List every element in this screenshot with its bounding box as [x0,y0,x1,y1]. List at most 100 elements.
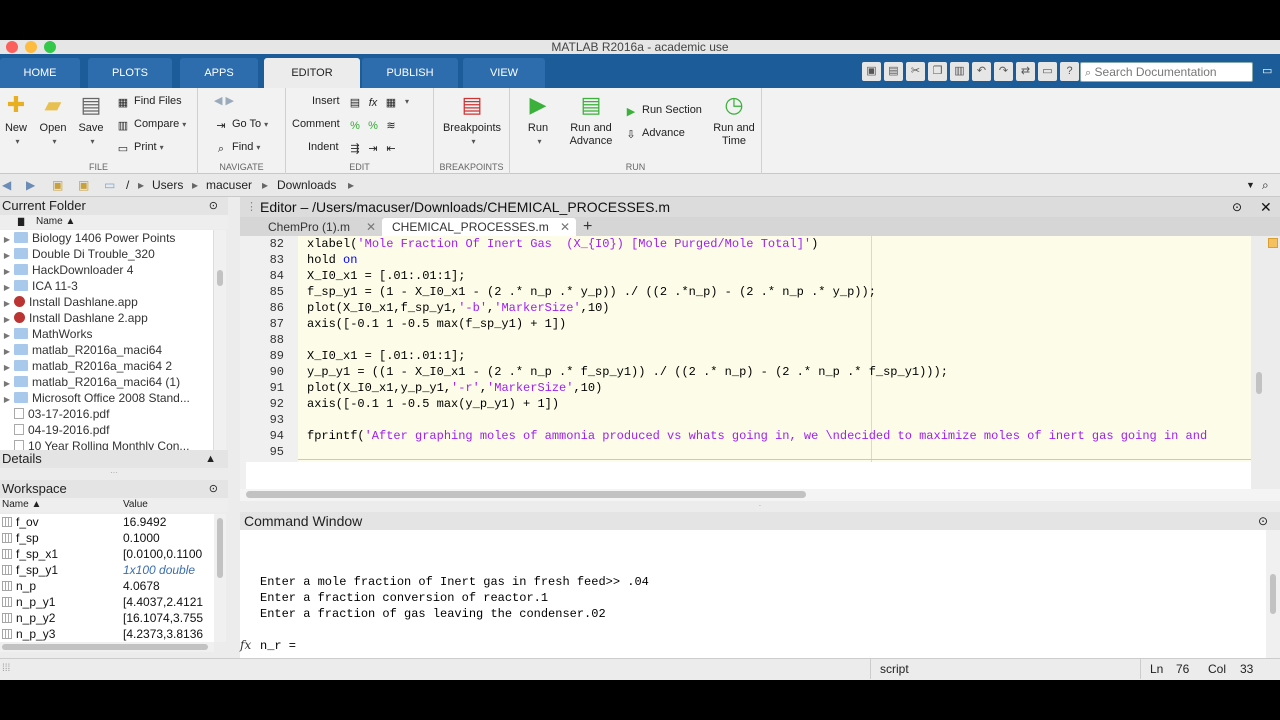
paste-icon[interactable]: ▥ [950,62,969,81]
fx-icon[interactable]: fx [366,96,380,110]
line-number[interactable]: 87 [270,317,284,331]
line-number[interactable]: 91 [270,381,284,395]
folder-item[interactable]: ▶ Biology 1406 Power Points [0,230,213,246]
folder-item[interactable]: ▶ Double Di Trouble_320 [0,246,213,262]
folder-item[interactable]: ▶ HackDownloader 4 [0,262,213,278]
line-number[interactable]: 88 [270,333,284,347]
tab-chemical-processes[interactable]: CHEMICAL_PROCESSES.m ✕ [382,218,576,236]
panel-menu-icon[interactable]: ⊙ [209,197,218,215]
copy-icon[interactable]: ❐ [928,62,947,81]
tab-plots[interactable]: PLOTS [88,58,172,88]
comment-icon[interactable]: % [348,119,362,133]
smart-indent-icon[interactable]: ⇶ [348,142,362,156]
minimize-toolstrip-icon[interactable]: ▭ [1262,64,1274,80]
command-scrollbar[interactable] [1266,530,1280,658]
save-icon[interactable]: ▤ [884,62,903,81]
workspace-row[interactable]: f_sp_y1 1x100 double [0,562,214,578]
tab-home[interactable]: HOME [0,58,80,88]
zoom-window-button[interactable] [44,41,56,53]
panel-menu-icon[interactable]: ⊙ [209,480,218,498]
help-icon[interactable]: ? [1060,62,1079,81]
code-line[interactable]: plot(X_I0_x1,f_sp_y1,'-b','MarkerSize',1… [307,301,609,315]
workspace-row[interactable]: n_p 4.0678 [0,578,214,594]
close-editor-icon[interactable]: ✕ [1260,197,1272,217]
browse-folder-icon[interactable]: ▣ [78,174,89,197]
line-number[interactable]: 84 [270,269,284,283]
workspace-hscrollbar[interactable] [0,642,214,652]
editor-vscrollbar[interactable] [1251,236,1280,492]
line-number[interactable]: 82 [270,237,284,251]
path-downloads[interactable]: Downloads [277,174,336,197]
new-button[interactable]: ✚ New ▾ [2,92,30,148]
code-line[interactable]: fprintf('After graphing moles of ammonia… [307,429,1207,443]
new-tab-button[interactable]: + [576,218,602,236]
panel-menu-icon[interactable]: ⊙ [1258,512,1268,530]
code-line[interactable]: f_sp_y1 = (1 - X_I0_x1 - (2 .* n_p .* y_… [307,285,876,299]
code-line[interactable]: y_p_y1 = ((1 - X_I0_x1 - (2 .* n_p .* f_… [307,365,948,379]
code-line[interactable]: axis([-0.1 1 -0.5 max(f_sp_y1) + 1]) [307,317,566,331]
redo-icon[interactable]: ↷ [994,62,1013,81]
path-macuser[interactable]: macuser [206,174,252,197]
close-window-button[interactable] [6,41,18,53]
folder-item[interactable]: 03-17-2016.pdf [0,406,213,422]
code-line[interactable]: X_I0_x1 = [.01:.01:1]; [307,349,465,363]
panel-menu-icon[interactable]: ⊙ [1232,197,1242,217]
minimize-window-button[interactable] [25,41,37,53]
switch-windows-icon[interactable]: ⇄ [1016,62,1035,81]
line-number[interactable]: 93 [270,413,284,427]
folder-item[interactable]: ▶ Microsoft Office 2008 Stand... [0,390,213,406]
folder-item[interactable]: ▶ Install Dashlane.app [0,294,213,310]
back-arrow-icon[interactable]: ◀ [2,174,11,197]
workspace-row[interactable]: f_sp_x1 [0.0100,0.1100 [0,546,214,562]
forward-arrow-icon[interactable]: ▶ [26,174,35,197]
search-documentation-input[interactable]: ⌕ Search Documentation [1080,62,1253,82]
back-forward-nav[interactable]: ◀ ▶ [214,93,234,109]
code-line[interactable]: hold on [307,253,357,267]
tab-editor[interactable]: EDITOR [264,58,360,88]
find-button[interactable]: ⌕ Find ▾ [214,139,261,155]
wrap-comments-icon[interactable]: ≋ [384,119,398,133]
splitter[interactable]: ··· [0,468,228,480]
folder-item[interactable]: ▶ matlab_R2016a_maci64 2 [0,358,213,374]
line-number[interactable]: 86 [270,301,284,315]
code-line[interactable]: xlabel('Mole Fraction Of Inert Gas (X_{I… [307,237,818,251]
line-number[interactable]: 90 [270,365,284,379]
insert-section-icon[interactable]: ▤ [348,96,362,110]
breakpoints-button[interactable]: ▤ Breakpoints ▾ [438,92,506,148]
tab-chempro[interactable]: ChemPro (1).m ✕ [258,218,382,236]
line-number[interactable]: 92 [270,397,284,411]
close-tab-icon[interactable]: ✕ [366,218,376,236]
workspace-row[interactable]: n_p_y1 [4.4037,2.4121 [0,594,214,610]
folder-item[interactable]: ▶ matlab_R2016a_maci64 [0,342,213,358]
code-area[interactable]: xlabel('Mole Fraction Of Inert Gas (X_{I… [298,236,1251,462]
path-root[interactable]: / [126,174,129,197]
search-folder-icon[interactable]: ⌕ [1262,174,1269,197]
run-button[interactable]: ▶ Run ▾ [520,92,556,148]
outdent-icon[interactable]: ⇤ [384,142,398,156]
insert-function-icon[interactable]: ▦ [384,96,398,110]
line-number[interactable]: 85 [270,285,284,299]
code-line[interactable]: plot(X_I0_x1,y_p_y1,'-r','MarkerSize',10… [307,381,602,395]
editor-hscrollbar[interactable] [240,489,1280,501]
address-dropdown-icon[interactable]: ▼ [1246,174,1255,197]
find-files-button[interactable]: ▦ Find Files [116,93,182,109]
workspace-row[interactable]: n_p_y2 [16.1074,3.755 [0,610,214,626]
tab-apps[interactable]: APPS [180,58,258,88]
indent-icon[interactable]: ⇥ [366,142,380,156]
folder-scrollbar[interactable] [214,230,226,450]
folder-item[interactable]: 04-19-2016.pdf [0,422,213,438]
line-number[interactable]: 95 [270,445,284,459]
compare-button[interactable]: ▥ Compare ▾ [116,116,186,132]
splitter[interactable]: · [240,501,1280,512]
name-column-header[interactable]: Name ▲ [36,215,75,229]
code-editor[interactable]: 82838485868788899091929394959697 xlabel(… [240,236,1280,492]
workspace-row[interactable]: f_ov 16.9492 [0,514,214,530]
folder-item[interactable]: ▶ MathWorks [0,326,213,342]
run-section-button[interactable]: ▶ Run Section [624,102,702,118]
code-line[interactable]: X_I0_x1 = [.01:.01:1]; [307,269,465,283]
folder-item[interactable]: ▶ Install Dashlane 2.app [0,310,213,326]
line-number[interactable]: 89 [270,349,284,363]
up-folder-icon[interactable]: ▣ [52,174,63,197]
run-and-advance-button[interactable]: ▤ Run and Advance [564,92,618,148]
close-tab-icon[interactable]: ✕ [560,218,570,236]
